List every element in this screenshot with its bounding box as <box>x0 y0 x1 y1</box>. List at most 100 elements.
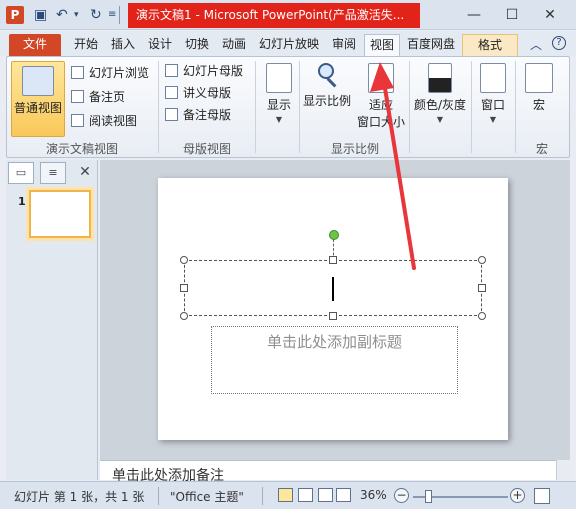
macros-label: 宏 <box>532 98 545 112</box>
fit-to-window-button[interactable]: 适应 窗口大小 <box>355 63 407 130</box>
slide-master-icon <box>165 64 178 77</box>
slides-pane: ▭ ≡ ✕ 1 <box>6 160 98 480</box>
slideshow-status-icon[interactable] <box>336 488 351 502</box>
resize-handle-left[interactable] <box>180 284 188 292</box>
slide-master-button[interactable]: 幻灯片母版 <box>165 61 243 81</box>
notes-master-button[interactable]: 备注母版 <box>165 105 231 125</box>
notes-page-icon <box>71 90 84 103</box>
resize-handle-bottom-right[interactable] <box>478 312 486 320</box>
resize-handle-top-left[interactable] <box>180 256 188 264</box>
tab-transitions[interactable]: 切换 <box>180 34 214 56</box>
vertical-scrollbar[interactable] <box>556 460 570 480</box>
undo-icon[interactable]: ↶ <box>56 6 68 24</box>
notes-pane[interactable]: 单击此处添加备注 <box>100 460 570 484</box>
slide-sorter-status-icon[interactable] <box>298 488 313 502</box>
zoom-in-button[interactable]: + <box>510 488 525 503</box>
subtitle-placeholder[interactable]: 单击此处添加副标题 <box>211 326 458 394</box>
handout-master-label: 讲义母版 <box>183 86 232 100</box>
tab-insert[interactable]: 插入 <box>106 34 140 56</box>
color-grayscale-button[interactable]: 颜色/灰度 ▼ <box>411 63 469 124</box>
resize-handle-bottom-left[interactable] <box>180 312 188 320</box>
customize-quick-access-icon[interactable]: ≡ <box>108 6 116 24</box>
normal-view-status-icon[interactable] <box>278 488 293 502</box>
slide-sorter-icon <box>71 66 84 79</box>
zoom-out-button[interactable]: − <box>394 488 409 503</box>
macros-button[interactable]: 宏 <box>519 63 559 113</box>
minimize-button[interactable]: — <box>454 4 494 26</box>
fit-slide-to-window-icon[interactable] <box>534 488 550 504</box>
show-icon <box>266 63 292 93</box>
reading-view-button[interactable]: 阅读视图 <box>71 111 137 131</box>
subtitle-placeholder-text: 单击此处添加副标题 <box>266 333 402 351</box>
slides-tab-icon[interactable]: ▭ <box>8 162 34 184</box>
slide-master-label: 幻灯片母版 <box>183 64 244 78</box>
undo-dropdown-icon[interactable]: ▾ <box>74 6 79 24</box>
tab-home[interactable]: 开始 <box>68 34 104 56</box>
status-divider <box>262 487 263 505</box>
handout-master-button[interactable]: 讲义母版 <box>165 83 231 103</box>
chevron-down-icon: ▼ <box>275 115 283 124</box>
show-label: 显示 <box>266 98 291 112</box>
ribbon-tabs: 文件 开始 插入 设计 切换 动画 幻灯片放映 审阅 视图 百度网盘 格式 ︿ … <box>0 31 576 56</box>
status-divider <box>158 487 159 505</box>
slide-thumbnail[interactable] <box>26 187 94 241</box>
zoom-group-label: 显示比例 <box>330 142 379 156</box>
window-button[interactable]: 窗口 ▼ <box>473 63 513 124</box>
slides-pane-tabs: ▭ ≡ ✕ <box>6 162 98 186</box>
group-divider <box>515 61 516 153</box>
slide-sorter-label: 幻灯片浏览 <box>89 66 150 80</box>
master-views-group-label: 母版视图 <box>182 142 231 156</box>
tab-file[interactable]: 文件 <box>9 34 61 56</box>
slide-editor: 单击此处添加副标题 <box>100 160 570 460</box>
resize-handle-top[interactable] <box>329 256 337 264</box>
close-button[interactable]: ✕ <box>530 4 570 26</box>
tab-baidu-netdisk[interactable]: 百度网盘 <box>402 34 460 56</box>
redo-icon[interactable]: ↻ <box>90 6 102 24</box>
tab-design[interactable]: 设计 <box>143 34 177 56</box>
maximize-button[interactable]: ☐ <box>492 4 532 26</box>
resize-handle-bottom[interactable] <box>329 312 337 320</box>
zoom-button[interactable]: 显示比例 <box>301 63 353 109</box>
slide-canvas[interactable]: 单击此处添加副标题 <box>158 178 508 440</box>
zoom-slider-thumb[interactable] <box>425 490 432 503</box>
macros-icon <box>525 63 553 93</box>
tab-view[interactable]: 视图 <box>364 34 400 56</box>
ribbon-collapse-icon[interactable]: ︿ <box>530 36 542 53</box>
save-icon[interactable]: ▣ <box>34 6 47 24</box>
tab-animations[interactable]: 动画 <box>217 34 251 56</box>
fit-to-window-label-1: 适应 <box>368 98 393 112</box>
notes-page-label: 备注页 <box>89 90 126 104</box>
ribbon-view: 普通视图 幻灯片浏览 备注页 阅读视图 演示文稿视图 幻灯片母版 讲义母版 备注… <box>6 56 570 158</box>
group-divider <box>409 61 410 153</box>
reading-view-status-icon[interactable] <box>318 488 333 502</box>
theme-status: "Office 主题" <box>170 490 244 504</box>
show-button[interactable]: 显示 ▼ <box>259 63 299 124</box>
reading-view-label: 阅读视图 <box>89 114 138 128</box>
resize-handle-right[interactable] <box>478 284 486 292</box>
slide-sorter-button[interactable]: 幻灯片浏览 <box>71 63 149 83</box>
tab-slideshow[interactable]: 幻灯片放映 <box>255 34 323 56</box>
close-pane-icon[interactable]: ✕ <box>72 162 98 184</box>
outline-tab-icon[interactable]: ≡ <box>40 162 66 184</box>
reading-view-icon <box>71 114 84 127</box>
chevron-down-icon: ▼ <box>489 115 497 124</box>
notes-page-button[interactable]: 备注页 <box>71 87 125 107</box>
slide-count-status: 幻灯片 第 1 张，共 1 张 <box>14 490 145 504</box>
rotation-handle[interactable] <box>329 230 339 240</box>
normal-view-label: 普通视图 <box>13 101 62 115</box>
handout-master-icon <box>165 86 178 99</box>
zoom-level[interactable]: 36% <box>360 488 387 502</box>
tab-review[interactable]: 审阅 <box>326 34 362 56</box>
title-placeholder[interactable] <box>184 260 482 316</box>
color-grayscale-icon <box>428 63 452 93</box>
resize-handle-top-right[interactable] <box>478 256 486 264</box>
chevron-down-icon: ▼ <box>436 115 444 124</box>
window-label: 窗口 <box>480 98 505 112</box>
help-icon[interactable]: ? <box>552 36 566 50</box>
tab-format[interactable]: 格式 <box>462 34 518 56</box>
fit-to-window-icon <box>368 63 394 93</box>
powerpoint-app-icon[interactable]: P <box>6 6 24 24</box>
status-bar: 幻灯片 第 1 张，共 1 张 "Office 主题" 36% − + <box>0 481 576 509</box>
normal-view-button[interactable]: 普通视图 <box>11 61 65 137</box>
fit-to-window-label-2: 窗口大小 <box>356 115 405 129</box>
